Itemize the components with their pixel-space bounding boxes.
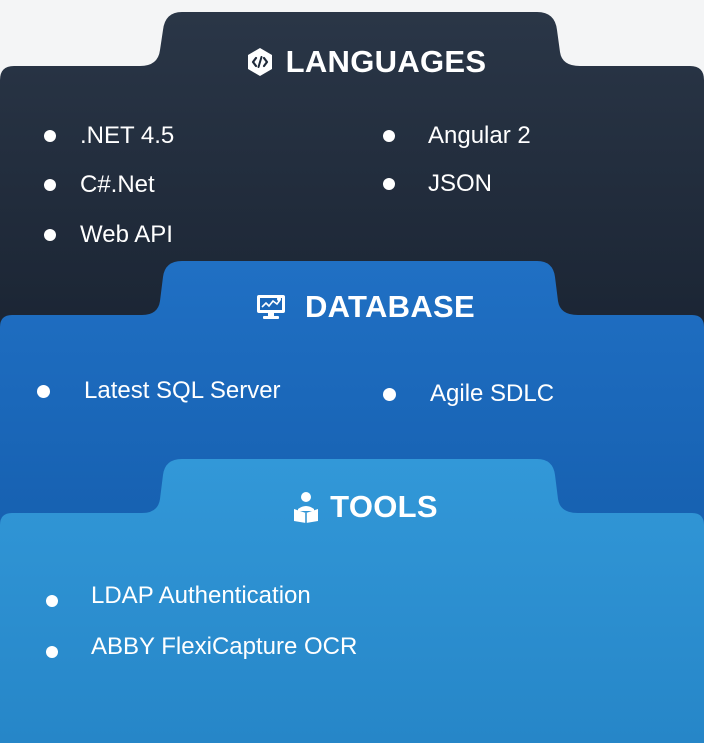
list-item-label: Angular 2	[428, 122, 531, 149]
tech-stack-diagram: LANGUAGES .NET 4.5 C#.Net Web API Angula…	[0, 0, 704, 743]
database-title: DATABASE	[304, 289, 476, 324]
list-item: LDAP Authentication	[46, 582, 311, 610]
list-item: .NET 4.5	[44, 122, 174, 150]
bullet-icon	[46, 595, 58, 607]
bullet-icon	[383, 387, 396, 401]
tools-layer: TOOLS LDAP Authentication ABBY FlexiCapt…	[0, 455, 704, 743]
bullet-icon	[44, 229, 56, 241]
list-item-label: Latest SQL Server	[84, 377, 281, 404]
reader-icon	[292, 491, 320, 523]
list-item: Angular 2	[383, 122, 531, 150]
tools-title: TOOLS	[330, 489, 438, 524]
list-item: Web API	[44, 221, 173, 249]
list-item: Agile SDLC	[383, 380, 554, 408]
list-item-label: C#.Net	[80, 171, 155, 198]
list-item: C#.Net	[44, 171, 155, 199]
languages-title: LANGUAGES	[285, 44, 487, 79]
list-item-label: .NET 4.5	[80, 122, 175, 149]
languages-header: LANGUAGES	[160, 40, 570, 84]
list-item-label: Web API	[80, 221, 173, 248]
database-header: DATABASE	[160, 285, 570, 329]
bullet-icon	[46, 646, 58, 658]
tools-header: TOOLS	[160, 485, 570, 529]
list-item-label: LDAP Authentication	[91, 582, 311, 609]
bullet-icon	[383, 178, 395, 190]
bullet-icon	[383, 130, 395, 142]
database-monitor-icon	[255, 293, 287, 321]
list-item-label: Agile SDLC	[430, 380, 555, 407]
list-item: JSON	[383, 170, 492, 198]
code-icon	[244, 46, 276, 78]
list-item-label: ABBY FlexiCapture OCR	[91, 633, 358, 660]
bullet-icon	[44, 130, 56, 142]
list-item: ABBY FlexiCapture OCR	[46, 633, 357, 661]
list-item: Latest SQL Server	[37, 377, 281, 405]
bullet-icon	[44, 179, 56, 191]
bullet-icon	[37, 384, 50, 398]
list-item-label: JSON	[428, 170, 493, 197]
